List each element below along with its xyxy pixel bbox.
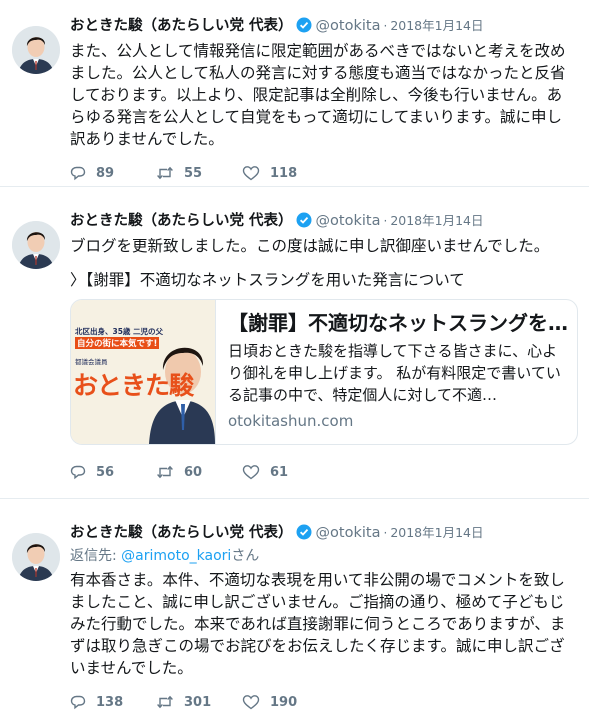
- card-body: 【謝罪】不適切なネットスラングを用いた発言について 日頃おときた駿を指導して下さ…: [216, 300, 577, 444]
- reply-button[interactable]: 56: [70, 464, 156, 480]
- card-thumbnail: 北区出身、35歳 二児の父 自分の街に本気です! 都議会議員 おときた駿: [71, 300, 216, 444]
- blog-link-text[interactable]: 〉【謝罪】不適切なネットスラングを用いた発言について: [70, 269, 577, 291]
- card-image-caption-1: 北区出身、35歳 二児の父: [75, 327, 164, 336]
- tweet-header: おときた駿（あたらしい党 代表） @otokita · 2018年1月14日: [70, 16, 577, 36]
- timestamp[interactable]: 2018年1月14日: [390, 18, 483, 33]
- retweet-icon: [157, 166, 173, 180]
- reply-to-line: 返信先: @arimoto_kaoriさん: [70, 545, 577, 567]
- like-button[interactable]: 118: [242, 165, 328, 181]
- timestamp[interactable]: 2018年1月14日: [390, 213, 483, 228]
- tweet-header: おときた駿（あたらしい党 代表） @otokita · 2018年1月14日: [70, 211, 577, 231]
- user-handle[interactable]: @otokita: [316, 18, 381, 34]
- verified-badge-icon: [296, 524, 312, 546]
- retweet-icon: [157, 695, 173, 709]
- reply-button[interactable]: 138: [70, 694, 156, 710]
- reply-icon: [70, 695, 86, 710]
- like-icon: [242, 465, 260, 480]
- tweet-2[interactable]: おときた駿（あたらしい党 代表） @otokita · 2018年1月14日 ブログを…: [0, 187, 589, 499]
- like-count: 118: [270, 165, 298, 181]
- tweet-text: ブログを更新致しました。この度は誠に申し訳御座いませんでした。: [70, 237, 550, 255]
- reply-count: 89: [96, 165, 115, 181]
- card-image-logo-text: おときた駿: [73, 371, 194, 400]
- avatar[interactable]: [12, 26, 60, 74]
- verified-badge-icon: [296, 17, 312, 39]
- like-icon: [242, 166, 260, 181]
- separator-dot: ·: [383, 526, 388, 540]
- tweet-3[interactable]: おときた駿（あたらしい党 代表） @otokita · 2018年1月14日 返信先:…: [0, 499, 589, 719]
- display-name[interactable]: おときた駿（あたらしい党 代表）: [70, 525, 293, 541]
- like-button[interactable]: 61: [242, 464, 328, 480]
- retweet-count: 301: [184, 694, 212, 710]
- card-image-caption-3: 都議会議員: [75, 358, 108, 366]
- retweet-button[interactable]: 60: [156, 464, 242, 480]
- card-title[interactable]: 【謝罪】不適切なネットスラングを用いた発言について: [228, 310, 568, 336]
- reply-icon: [70, 465, 86, 480]
- display-name[interactable]: おときた駿（あたらしい党 代表）: [70, 213, 293, 229]
- card-description: 日頃おときた駿を指導して下さる皆さまに、心より御礼を申し上げます。 私が有料限定…: [228, 342, 561, 404]
- timestamp[interactable]: 2018年1月14日: [390, 525, 483, 540]
- tweet-actions: 138 301 190: [70, 689, 577, 715]
- card-domain: otokitashun.com: [228, 412, 354, 430]
- reply-button[interactable]: 89: [70, 165, 156, 181]
- display-name[interactable]: おときた駿（あたらしい党 代表）: [70, 18, 293, 34]
- reply-icon: [70, 166, 86, 181]
- retweet-button[interactable]: 55: [156, 165, 242, 181]
- link-card[interactable]: 北区出身、35歳 二児の父 自分の街に本気です! 都議会議員 おときた駿 【謝罪…: [70, 299, 578, 445]
- user-handle[interactable]: @otokita: [316, 213, 381, 229]
- like-count: 61: [270, 464, 289, 480]
- avatar[interactable]: [12, 221, 60, 269]
- like-button[interactable]: 190: [242, 694, 328, 710]
- retweet-count: 55: [184, 165, 203, 181]
- like-count: 190: [270, 694, 298, 710]
- like-icon: [242, 695, 260, 710]
- separator-dot: ·: [383, 19, 388, 33]
- reply-to-prefix: 返信先:: [70, 548, 122, 564]
- tweet-actions: 56 60 61: [70, 459, 577, 485]
- reply-to-handle[interactable]: @arimoto_kaori: [121, 548, 231, 564]
- reply-to-suffix: さん: [231, 548, 260, 564]
- card-image-caption-2: 自分の街に本気です!: [75, 337, 160, 349]
- tweet-text: また、公人として情報発信に限定範囲があるべきではないと考えを改めました。公人とし…: [70, 42, 566, 148]
- tweet-text: 有本香さま。本件、不適切な表現を用いて非公開の場でコメントを致しましたこと、誠に…: [70, 571, 566, 677]
- avatar[interactable]: [12, 533, 60, 581]
- separator-dot: ·: [383, 214, 388, 228]
- reply-count: 56: [96, 464, 115, 480]
- reply-count: 138: [96, 694, 124, 710]
- tweet-actions: 89 55 118: [70, 160, 577, 186]
- retweet-count: 60: [184, 464, 203, 480]
- tweet-1[interactable]: おときた駿（あたらしい党 代表） @otokita · 2018年1月14日 また、公…: [0, 0, 589, 187]
- verified-badge-icon: [296, 212, 312, 234]
- user-handle[interactable]: @otokita: [316, 525, 381, 541]
- retweet-button[interactable]: 301: [156, 694, 242, 710]
- tweet-header: おときた駿（あたらしい党 代表） @otokita · 2018年1月14日: [70, 523, 577, 543]
- retweet-icon: [157, 465, 173, 479]
